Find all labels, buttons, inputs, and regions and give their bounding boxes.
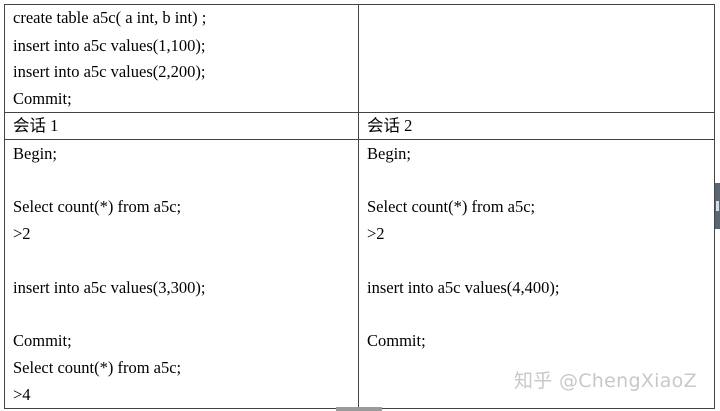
setup-line: create table a5c( a int, b int) ;: [13, 8, 207, 27]
bottom-scroll-indicator: [336, 407, 382, 411]
row-divider-2: [4, 139, 715, 140]
table-border-left: [4, 4, 5, 409]
session1-line: >4: [13, 385, 31, 404]
row-divider-1: [4, 112, 715, 113]
session1-line: Commit;: [13, 331, 72, 350]
transaction-table: create table a5c( a int, b int) ; insert…: [0, 0, 720, 411]
empty-cell: [362, 8, 702, 108]
session2-line: >2: [367, 224, 385, 243]
session2-line: Select count(*) from a5c;: [367, 197, 536, 216]
session1-line: >2: [13, 224, 31, 243]
setup-line: Commit;: [13, 89, 72, 108]
session2-line: Commit;: [367, 331, 426, 350]
session2-line: insert into a5c values(4,400);: [367, 278, 560, 297]
session1-line: Select count(*) from a5c;: [13, 358, 182, 377]
session1-header: 会话 1: [13, 116, 59, 135]
setup-line: insert into a5c values(2,200);: [13, 62, 206, 81]
session1-line: Begin;: [13, 144, 57, 163]
table-border-top: [4, 4, 715, 5]
zhihu-watermark: 知乎 @ChengXiaoZ: [514, 370, 697, 392]
setup-line: insert into a5c values(1,100);: [13, 36, 206, 55]
session2-line: Begin;: [367, 144, 411, 163]
session1-line: insert into a5c values(3,300);: [13, 278, 206, 297]
session2-header: 会话 2: [367, 116, 413, 135]
scrollbar-handle[interactable]: [715, 183, 720, 229]
column-divider: [358, 4, 359, 409]
session1-line: Select count(*) from a5c;: [13, 197, 182, 216]
